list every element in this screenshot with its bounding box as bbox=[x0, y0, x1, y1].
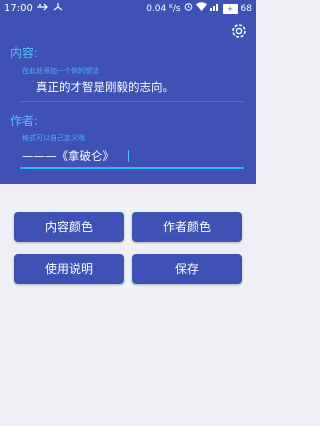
instructions-button[interactable]: 使用说明 bbox=[14, 254, 124, 284]
status-bar: 17:00 0.04 ᴷ/s + 68 bbox=[0, 0, 256, 18]
share-icon bbox=[53, 0, 63, 18]
content-input[interactable]: 真正的才智是刚毅的志向。 bbox=[36, 79, 174, 95]
usb-icon bbox=[36, 0, 49, 18]
author-input[interactable]: ———《拿破仑》 bbox=[22, 148, 114, 164]
content-hint: 在此处添加一个你的想法 bbox=[22, 67, 99, 75]
gear-icon[interactable] bbox=[230, 22, 248, 40]
content-color-button[interactable]: 内容颜色 bbox=[14, 212, 124, 242]
author-label: 作者: bbox=[10, 114, 39, 128]
battery-icon: + bbox=[222, 4, 238, 14]
author-hint: 格式可以自己定义哦 bbox=[22, 134, 85, 142]
text-cursor bbox=[128, 150, 129, 162]
content-underline bbox=[20, 101, 244, 102]
alarm-icon bbox=[184, 0, 193, 18]
save-button[interactable]: 保存 bbox=[132, 254, 242, 284]
author-color-button[interactable]: 作者颜色 bbox=[132, 212, 242, 242]
header-panel: 17:00 0.04 ᴷ/s + 68 内容: 在此处添加一个你的想法 真正的才… bbox=[0, 0, 256, 184]
status-time: 17:00 bbox=[4, 3, 33, 14]
author-underline bbox=[20, 167, 244, 169]
wifi-icon bbox=[195, 0, 207, 18]
battery-level: 68 bbox=[240, 4, 252, 14]
content-label: 内容: bbox=[10, 46, 39, 60]
signal-icon bbox=[209, 0, 220, 18]
network-speed: 0.04 ᴷ/s bbox=[146, 4, 181, 14]
